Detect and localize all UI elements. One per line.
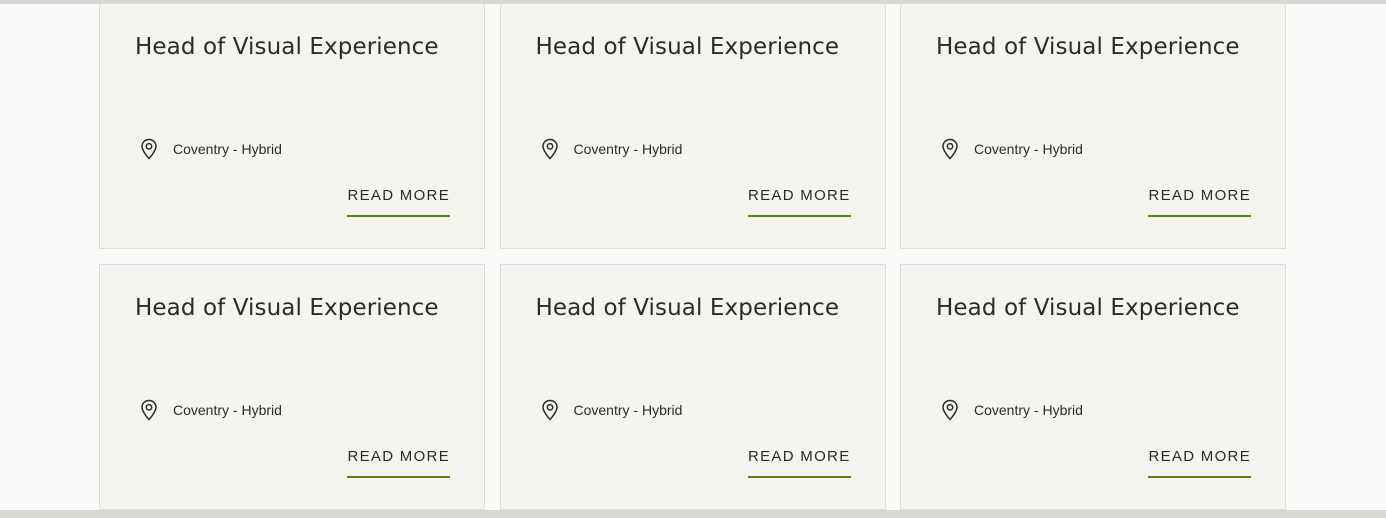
map-pin-icon — [942, 399, 958, 421]
job-title: Head of Visual Experience — [936, 295, 1240, 321]
job-card: Head of Visual Experience Coventry - Hyb… — [499, 264, 886, 510]
job-location-text: Coventry - Hybrid — [173, 141, 282, 157]
read-more-link[interactable]: READ MORE — [1148, 187, 1251, 217]
job-card: Head of Visual Experience Coventry - Hyb… — [99, 3, 485, 249]
job-title: Head of Visual Experience — [535, 34, 840, 60]
read-more-link[interactable]: READ MORE — [747, 448, 851, 478]
map-pin-icon — [141, 399, 157, 421]
job-location: Coventry - Hybrid — [140, 138, 282, 160]
job-title: Head of Visual Experience — [135, 34, 439, 60]
job-location-text: Coventry - Hybrid — [974, 141, 1083, 157]
job-card: Head of Visual Experience Coventry - Hyb… — [99, 264, 485, 510]
map-pin-icon — [942, 138, 958, 160]
job-location: Coventry - Hybrid — [140, 399, 282, 421]
job-location-text: Coventry - Hybrid — [173, 402, 282, 418]
job-title: Head of Visual Experience — [135, 295, 439, 321]
read-more-link[interactable]: READ MORE — [747, 187, 851, 217]
job-location: Coventry - Hybrid — [941, 138, 1083, 160]
job-location-text: Coventry - Hybrid — [974, 402, 1083, 418]
job-card: Head of Visual Experience Coventry - Hyb… — [499, 3, 886, 249]
map-pin-icon — [541, 399, 558, 421]
job-location-text: Coventry - Hybrid — [573, 402, 683, 418]
map-pin-icon — [141, 138, 157, 160]
job-listings-grid: Head of Visual Experience Coventry - Hyb… — [99, 3, 1286, 510]
bottom-section-divider — [0, 510, 1386, 518]
read-more-link[interactable]: READ MORE — [347, 187, 450, 217]
job-title: Head of Visual Experience — [535, 295, 840, 321]
job-title: Head of Visual Experience — [936, 34, 1240, 60]
read-more-link[interactable]: READ MORE — [347, 448, 450, 478]
job-location: Coventry - Hybrid — [541, 138, 683, 160]
job-location: Coventry - Hybrid — [541, 399, 683, 421]
job-location: Coventry - Hybrid — [941, 399, 1083, 421]
job-card: Head of Visual Experience Coventry - Hyb… — [900, 264, 1286, 510]
read-more-link[interactable]: READ MORE — [1148, 448, 1251, 478]
map-pin-icon — [541, 138, 558, 160]
job-location-text: Coventry - Hybrid — [573, 141, 683, 157]
job-card: Head of Visual Experience Coventry - Hyb… — [900, 3, 1286, 249]
